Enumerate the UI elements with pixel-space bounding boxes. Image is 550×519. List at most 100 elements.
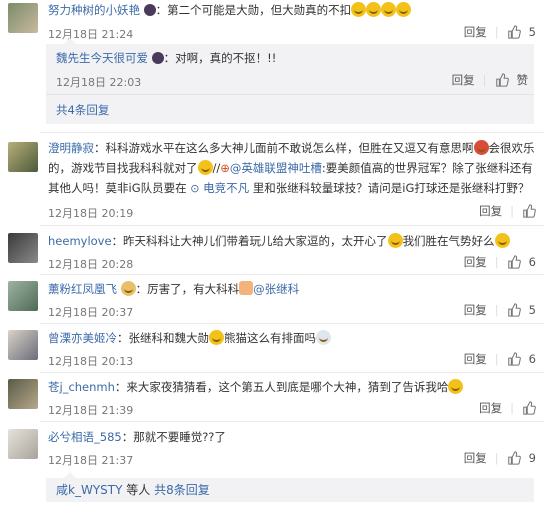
divider [40, 225, 544, 226]
comment-actions: 回复 | 5 [463, 302, 536, 318]
divider [40, 323, 544, 324]
comment-body: 澄明静寂：科科游戏水平在这么多大神儿面前不敢说怎么样，但胜在又逗又有意思啊 会很欢… [48, 140, 535, 195]
laugh-emoji-icon [448, 379, 464, 394]
divider [40, 421, 544, 422]
comment-author[interactable]: 努力种树的小妖艳 [48, 3, 140, 17]
view-more-replies-link[interactable]: 共8条回复 [154, 483, 210, 497]
emoji-icon [209, 330, 224, 345]
comment-body: 必兮相语_585：那就不要睡觉??了 [48, 427, 540, 447]
comment-time: 12月18日 21:39 [48, 404, 134, 417]
laugh-emoji-icon [197, 160, 213, 175]
thumbs-up-icon[interactable] [507, 352, 521, 366]
thumbs-up-icon[interactable] [522, 401, 536, 415]
comment-time: 12月18日 21:37 [48, 454, 134, 467]
panda-emoji-icon [316, 330, 331, 345]
comment-body: 努力种树的小妖艳 ：第二个可能是大勋，但大勋真的不扣 [48, 0, 540, 20]
comment-thread: 努力种树的小妖艳 ：第二个可能是大勋，但大勋真的不扣 12月18日 21:24 … [0, 0, 550, 519]
medal-icon [120, 281, 136, 296]
reply-author[interactable]: 魏先生今天很可爱 [56, 51, 148, 65]
comment-author[interactable]: 薰粉红凤凰飞 [48, 282, 117, 296]
reply-text: ：对啊，真的不抠！!! [163, 51, 277, 65]
divider [40, 274, 544, 275]
thumbs-up-icon[interactable] [507, 25, 521, 39]
mention-link[interactable]: @英雄联盟神吐槽 [230, 161, 322, 175]
comment-text: ：昨天科科让大神儿们带着玩儿给大家逗的，太开心了 [111, 234, 388, 248]
thumbs-up-icon[interactable] [507, 451, 521, 465]
reply-body: 魏先生今天很可爱 ：对啊，真的不抠！!! [56, 48, 276, 68]
like-count: 5 [528, 25, 536, 39]
avatar[interactable] [8, 3, 38, 33]
comment-time: 12月18日 20:28 [48, 258, 134, 271]
comment-author[interactable]: 曾溧亦美姬冷 [48, 331, 117, 345]
divider [40, 372, 544, 373]
laugh-emoji-icon [366, 2, 382, 17]
reply-button[interactable]: 回复 [464, 351, 487, 367]
reply-button[interactable]: 回复 [479, 400, 502, 416]
like-count: 6 [528, 352, 536, 366]
reply-button[interactable]: 回复 [464, 254, 487, 270]
comment-actions: 回复 | 6 [463, 351, 536, 367]
comment-actions: 回复 | [479, 400, 536, 416]
thumbs-up-icon[interactable] [507, 255, 521, 269]
comment-text: ：第二个可能是大勋，但大勋真的不扣 [155, 3, 352, 17]
view-more-replies-link[interactable]: 共4条回复 [56, 102, 109, 118]
reply-button[interactable]: 回复 [464, 24, 487, 40]
comment-author[interactable]: 苍j_chenmh [48, 380, 115, 394]
thumbs-up-emoji-icon [239, 281, 254, 295]
comment-actions: 回复 | 9 [463, 450, 536, 466]
reply-panel: 魏先生今天很可爱 ：对啊，真的不抠！!! 12月18日 22:03 回复 | 赞… [46, 38, 534, 124]
comment-body: 苍j_chenmh：来大家夜猜猜看，这个第五人到底是哪个大神，猜到了告诉我哈 [48, 377, 540, 397]
avatar[interactable] [8, 429, 38, 459]
comment-author[interactable]: heemylove [48, 234, 112, 248]
thumbs-up-icon[interactable] [507, 303, 521, 317]
comment-author[interactable]: 必兮相语_585 [48, 430, 122, 444]
comment-author[interactable]: 澄明静寂 [48, 141, 94, 155]
avatar[interactable] [8, 281, 38, 311]
reply-author-link[interactable]: 咸k_WYSTY [46, 483, 122, 497]
mention-link[interactable]: @张继科 [253, 282, 299, 296]
more-replies-text: 等人 [126, 483, 151, 497]
comment-actions: 回复 | [479, 203, 536, 219]
avatar[interactable] [8, 142, 38, 172]
comment-text: ：那就不要睡觉??了 [121, 430, 226, 444]
comment-body: 曾溧亦美姬冷：张继科和魏大勋 熊猫这么有排面吗 [48, 328, 540, 348]
like-count: 6 [528, 255, 536, 269]
laugh-emoji-icon [351, 2, 367, 17]
reply-button[interactable]: 回复 [464, 302, 487, 318]
like-count: 5 [528, 303, 536, 317]
more-replies-bar: 咸k_WYSTY 等人 共8条回复 [46, 472, 534, 502]
comment-text: ：厉害了，有大科科 [135, 282, 240, 296]
comment-text: ：来大家夜猜猜看，这个第五人到底是哪个大神，猜到了告诉我哈 [114, 380, 449, 394]
thumbs-up-icon[interactable] [522, 204, 536, 218]
reply-button[interactable]: 回复 [479, 203, 502, 219]
laugh-emoji-icon [387, 233, 403, 248]
avatar[interactable] [8, 330, 38, 360]
like-count: 9 [528, 451, 536, 465]
verified-badge-icon [151, 52, 164, 64]
comment-actions: 回复 | 5 [463, 24, 536, 40]
comment-time: 12月18日 21:24 [48, 28, 134, 41]
comment-time: 12月18日 20:37 [48, 306, 134, 319]
comment-text: ：科科游戏水平在这么多大神儿面前不敢说怎么样，但胜在又逗又有意思啊 [94, 141, 474, 155]
laugh-emoji-icon [494, 233, 510, 248]
reply-button[interactable]: 回复 [464, 450, 487, 466]
verified-badge-icon [143, 4, 156, 16]
comment-time: 12月18日 20:19 [48, 207, 134, 220]
divider [40, 132, 544, 133]
comment-body: 薰粉红凤凰飞 ：厉害了，有大科科 @张继科 [48, 279, 540, 299]
sweat-emoji-icon [473, 140, 489, 155]
comment-time: 12月18日 20:13 [48, 355, 134, 368]
avatar[interactable] [8, 233, 38, 263]
reply-button[interactable]: 回复 [452, 72, 475, 88]
comment-actions: 回复 | 6 [463, 254, 536, 270]
topic-link[interactable]: 电竞不凡 [203, 181, 249, 195]
like-label: 赞 [516, 73, 529, 87]
comment-body: heemylove：昨天科科让大神儿们带着玩儿给大家逗的，太开心了 我们胜在气势好… [48, 231, 540, 251]
thumbs-up-icon[interactable] [495, 73, 509, 87]
reply-time: 12月18日 22:03 [56, 76, 142, 89]
comment-text: ：张继科和魏大勋 [117, 331, 209, 345]
reply-actions: 回复 | 赞 [451, 72, 529, 88]
avatar[interactable] [8, 379, 38, 409]
laugh-emoji-icon [396, 2, 412, 17]
laugh-emoji-icon [381, 2, 397, 17]
